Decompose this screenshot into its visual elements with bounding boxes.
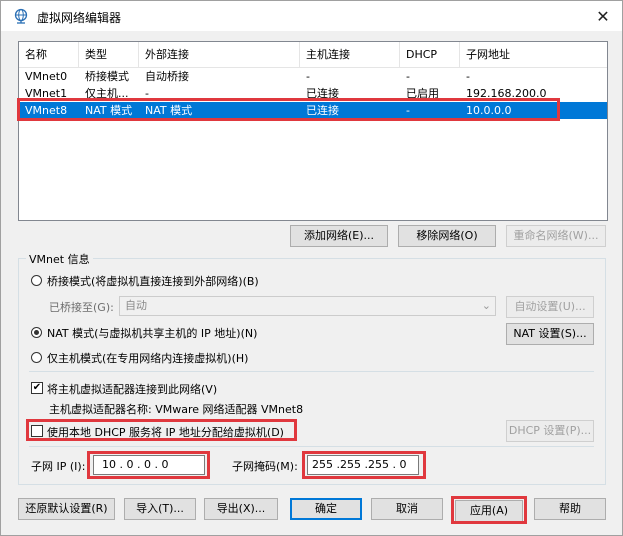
nat-mode-label[interactable]: NAT 模式(与虚拟机共享主机的 IP 地址)(N) (47, 325, 257, 341)
column-header-dhcp[interactable]: DHCP (400, 42, 460, 67)
list-header: 名称 类型 外部连接 主机连接 DHCP 子网地址 (19, 42, 607, 68)
cell-subnet: 192.168.200.0 (466, 87, 547, 100)
cancel-button[interactable]: 取消 (371, 498, 443, 520)
cell-host: 已连接 (306, 87, 339, 100)
bridged-to-label: 已桥接至(G): (49, 301, 114, 314)
ok-button[interactable]: 确定 (290, 498, 362, 520)
add-network-button[interactable]: 添加网络(E)... (290, 225, 388, 247)
dhcp-settings-button[interactable]: DHCP 设置(P)... (506, 420, 594, 442)
network-globe-icon (14, 8, 28, 24)
bridged-to-value: 自动 (125, 299, 147, 312)
export-button[interactable]: 导出(X)... (204, 498, 278, 520)
connect-adapter-label[interactable]: 将主机虚拟适配器连接到此网络(V) (47, 381, 217, 397)
cell-name: VMnet0 (25, 70, 68, 83)
close-button[interactable]: ✕ (592, 5, 614, 27)
checkmark-icon: ✔ (32, 382, 42, 393)
cell-external: NAT 模式 (145, 104, 193, 117)
chevron-down-icon: ⌄ (481, 299, 491, 312)
subnet-mask-input[interactable]: 255 .255 .255 . 0 (307, 455, 419, 475)
cell-dhcp: 已启用 (406, 87, 439, 100)
cell-external: - (145, 87, 149, 100)
cell-host: 已连接 (306, 104, 339, 117)
column-header-subnet[interactable]: 子网地址 (460, 42, 607, 67)
network-list[interactable]: 名称 类型 外部连接 主机连接 DHCP 子网地址 VMnet0 桥接模式 自动… (18, 41, 608, 221)
cell-subnet: 10.0.0.0 (466, 104, 512, 117)
nat-mode-radio[interactable] (31, 327, 42, 338)
apply-button[interactable]: 应用(A) (455, 500, 523, 522)
vmnet-info-title: VMnet 信息 (26, 251, 93, 267)
connect-adapter-checkbox[interactable]: ✔ (31, 382, 43, 394)
column-header-name[interactable]: 名称 (19, 42, 79, 67)
import-button[interactable]: 导入(T)... (124, 498, 196, 520)
table-row[interactable]: VMnet0 桥接模式 自动桥接 - - - (19, 68, 607, 85)
bridge-mode-label[interactable]: 桥接模式(将虚拟机直接连接到外部网络)(B) (47, 273, 259, 289)
column-header-external[interactable]: 外部连接 (139, 42, 300, 67)
cell-host: - (306, 70, 310, 83)
subnet-ip-label: 子网 IP (I): (31, 460, 86, 473)
title-bar: 虚拟网络编辑器 ✕ (1, 1, 622, 31)
host-only-label[interactable]: 仅主机模式(在专用网络内连接虚拟机)(H) (47, 350, 248, 366)
cell-dhcp: - (406, 104, 410, 117)
nat-settings-button[interactable]: NAT 设置(S)... (506, 323, 594, 345)
cell-type: 仅主机... (85, 87, 129, 100)
table-row[interactable]: VMnet1 仅主机... - 已连接 已启用 192.168.200.0 (19, 85, 607, 102)
cell-name: VMnet1 (25, 87, 68, 100)
cell-name: VMnet8 (25, 104, 68, 117)
column-header-type[interactable]: 类型 (79, 42, 139, 67)
window-title: 虚拟网络编辑器 (37, 11, 122, 25)
separator (29, 371, 594, 372)
dhcp-label[interactable]: 使用本地 DHCP 服务将 IP 地址分配给虚拟机(D) (47, 424, 284, 440)
table-row-selected[interactable]: VMnet8 NAT 模式 NAT 模式 已连接 - 10.0.0.0 (19, 102, 607, 119)
cell-type: 桥接模式 (85, 70, 129, 83)
dhcp-checkbox[interactable] (31, 425, 43, 437)
cell-external: 自动桥接 (145, 70, 189, 83)
host-only-radio[interactable] (31, 352, 42, 363)
bridge-mode-radio[interactable] (31, 275, 42, 286)
subnet-ip-input[interactable]: 10 . 0 . 0 . 0 (93, 455, 205, 475)
help-button[interactable]: 帮助 (534, 498, 606, 520)
auto-settings-button[interactable]: 自动设置(U)... (506, 296, 594, 318)
separator (29, 446, 594, 447)
cell-dhcp: - (406, 70, 410, 83)
cell-type: NAT 模式 (85, 104, 133, 117)
adapter-name-label: 主机虚拟适配器名称: VMware 网络适配器 VMnet8 (49, 403, 304, 416)
cell-subnet: - (466, 70, 470, 83)
bridged-to-select[interactable]: 自动 ⌄ (119, 296, 496, 316)
restore-defaults-button[interactable]: 还原默认设置(R) (18, 498, 115, 520)
subnet-mask-label: 子网掩码(M): (232, 460, 298, 473)
virtual-network-editor-window: 虚拟网络编辑器 ✕ 名称 类型 外部连接 主机连接 DHCP 子网地址 VMne… (0, 0, 623, 536)
close-icon: ✕ (596, 6, 610, 26)
rename-network-button[interactable]: 重命名网络(W)... (506, 225, 606, 247)
remove-network-button[interactable]: 移除网络(O) (398, 225, 496, 247)
column-header-host[interactable]: 主机连接 (300, 42, 400, 67)
